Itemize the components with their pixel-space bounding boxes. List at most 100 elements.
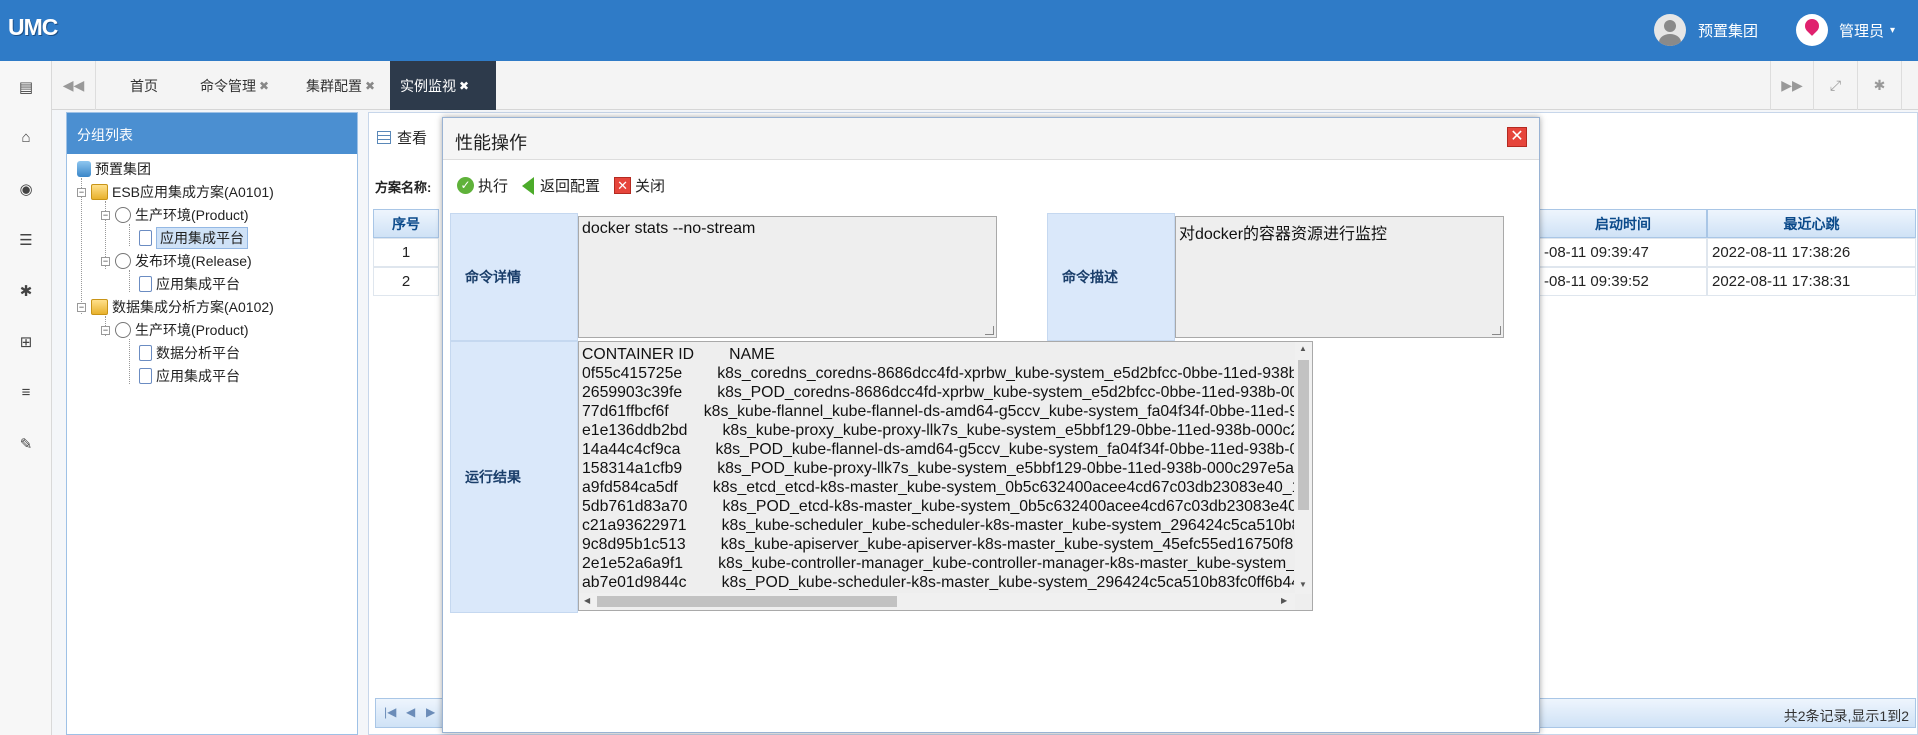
close-icon[interactable]: ✖ (459, 79, 469, 93)
result-output[interactable]: CONTAINER ID NAME CPU 0f55c415725e k8s_c… (578, 341, 1313, 611)
environment-icon (115, 322, 131, 338)
admin-user-name: 管理员 (1839, 22, 1885, 40)
tree-node-label: ESB应用集成方案(A0101) (112, 184, 274, 200)
close-icon[interactable]: ✖ (365, 79, 375, 93)
row-2-seq: 2 (373, 267, 439, 296)
tree-node-label: 生产环境(Product) (135, 322, 249, 338)
command-desc-field[interactable]: 对docker的容器资源进行监控 (1175, 216, 1504, 338)
list-icon[interactable]: ≡ (0, 367, 52, 418)
back-config-label: 返回配置 (540, 178, 601, 195)
gear-icon[interactable]: ✱ (1858, 61, 1902, 110)
tree-node-label: 生产环境(Product) (135, 207, 249, 223)
sitemap-icon[interactable]: ⊞ (0, 316, 52, 367)
tree-node-esb-product[interactable]: − 生产环境(Product) (101, 204, 249, 226)
group-list-panel: 分组列表 预置集团 − ESB应用集成方案(A0101) − 生产环境(Prod… (66, 112, 358, 735)
dialog-title: 性能操作 (455, 133, 527, 153)
performance-dialog: 性能操作 ✕ ✓ 执行 返回配置 ✕ 关闭 命令详情 docker stats … (442, 117, 1540, 733)
document-icon (139, 276, 152, 292)
execute-button[interactable]: ✓ 执行 (457, 175, 508, 196)
collapse-icon[interactable]: − (101, 325, 110, 335)
scroll-down-icon[interactable]: ▼ (1299, 580, 1307, 589)
tab-home[interactable]: 首页 (120, 61, 168, 110)
view-button[interactable]: 查看 (377, 127, 427, 148)
column-header-heartbeat[interactable]: 最近心跳 (1707, 209, 1916, 238)
gear-icon[interactable]: ✱ (0, 265, 52, 316)
tree-node-esb-release[interactable]: − 发布环境(Release) (101, 250, 252, 272)
command-detail-value: docker stats --no-stream (582, 220, 756, 237)
scroll-left-icon[interactable]: ◀ (584, 596, 590, 605)
close-label: 关闭 (635, 178, 666, 195)
result-text: CONTAINER ID NAME CPU 0f55c415725e k8s_c… (582, 346, 1294, 591)
scroll-right-icon[interactable]: ▶ (1281, 596, 1287, 605)
collapse-icon[interactable]: − (77, 302, 86, 312)
tree-node-esb[interactable]: − ESB应用集成方案(A0101) (77, 181, 274, 203)
group-user-menu[interactable]: 预置集团 (1654, 14, 1758, 46)
tab-command-management[interactable]: 命令管理 ✖ (190, 61, 279, 110)
tab-bar: ◀◀ 首页 命令管理 ✖ 集群配置 ✖ 实例监视 ✖ ▶▶ ⤢ ✱ (52, 61, 1918, 110)
tree-node-data-analysis[interactable]: 数据分析平台 (139, 342, 240, 364)
prev-page-icon[interactable]: ◀ (406, 705, 415, 719)
tree-node-data[interactable]: − 数据集成分析方案(A0102) (77, 296, 274, 318)
tab-label: 实例监视 (400, 77, 456, 94)
close-icon[interactable]: ✖ (259, 79, 269, 93)
wrench-icon[interactable]: ✎ (0, 418, 52, 469)
row-1-start-time: -08-11 09:39:47 (1539, 238, 1707, 267)
tree-node-esb-product-app[interactable]: 应用集成平台 (139, 227, 248, 249)
close-icon[interactable]: ✕ (1507, 127, 1527, 147)
back-config-button[interactable]: 返回配置 (522, 175, 600, 196)
tree-node-label: 应用集成平台 (156, 368, 240, 384)
tree-node-label: 数据集成分析方案(A0102) (112, 299, 274, 315)
column-header-seq[interactable]: 序号 (373, 209, 439, 238)
id-card-icon[interactable]: ▤ (0, 61, 52, 112)
horizontal-scrollbar[interactable]: ◀ ▶ (579, 593, 1295, 610)
app-logo: UMC (8, 14, 58, 40)
tree-node-esb-release-app[interactable]: 应用集成平台 (139, 273, 240, 295)
tree-node-data-product[interactable]: − 生产环境(Product) (101, 319, 249, 341)
next-page-icon[interactable]: ▶ (426, 705, 435, 719)
server-icon[interactable]: ☰ (0, 214, 52, 265)
location-pin-icon (1796, 14, 1828, 46)
first-page-icon[interactable]: |◀ (384, 705, 396, 719)
collapse-icon[interactable]: − (77, 187, 86, 197)
environment-icon (115, 253, 131, 269)
pager-summary: 共2条记录,显示1到2 (1783, 708, 1909, 724)
scrollbar-thumb[interactable] (597, 596, 897, 607)
command-detail-field[interactable]: docker stats --no-stream (578, 216, 997, 338)
bank-icon[interactable]: ⌂ (0, 112, 52, 163)
scrollbar-thumb[interactable] (1298, 360, 1309, 510)
group-list-title: 分组列表 (67, 113, 357, 154)
resize-handle-icon[interactable] (1492, 326, 1501, 335)
database-icon (77, 161, 91, 177)
tree-node-data-app[interactable]: 应用集成平台 (139, 365, 240, 387)
arrow-left-icon (522, 176, 535, 195)
tree-node-root[interactable]: 预置集团 (77, 158, 151, 180)
dialog-titlebar[interactable]: 性能操作 ✕ (443, 118, 1539, 160)
close-button[interactable]: ✕ 关闭 (614, 175, 665, 196)
tab-label: 集群配置 (306, 77, 362, 94)
check-circle-icon: ✓ (457, 177, 474, 194)
scroll-up-icon[interactable]: ▲ (1299, 344, 1307, 353)
eye-icon[interactable]: ◉ (0, 163, 52, 214)
tab-cluster-config[interactable]: 集群配置 ✖ (296, 61, 385, 110)
tab-scroll-right-icon[interactable]: ▶▶ (1770, 61, 1814, 110)
group-user-name: 预置集团 (1698, 22, 1759, 40)
command-desc-value: 对docker的容器资源进行监控 (1179, 226, 1388, 243)
collapse-icon[interactable]: − (101, 256, 110, 266)
row-2-start-time: -08-11 09:39:52 (1539, 267, 1707, 296)
tree-node-label: 预置集团 (95, 161, 151, 177)
folder-icon (91, 184, 108, 200)
column-header-start-time[interactable]: 启动时间 (1539, 209, 1707, 238)
tree-node-label: 应用集成平台 (156, 227, 248, 249)
resize-handle-icon[interactable] (985, 326, 994, 335)
left-sidebar: ▤ ⌂ ◉ ☰ ✱ ⊞ ≡ ✎ (0, 61, 52, 735)
tab-instance-monitor[interactable]: 实例监视 ✖ (390, 61, 496, 110)
collapse-icon[interactable]: − (101, 210, 110, 220)
document-icon (139, 368, 152, 384)
vertical-scrollbar[interactable]: ▲ ▼ (1295, 342, 1312, 594)
result-label: 运行结果 (450, 341, 578, 613)
fullscreen-icon[interactable]: ⤢ (1814, 61, 1858, 110)
row-2-heartbeat: 2022-08-11 17:38:31 (1707, 267, 1916, 296)
document-icon (139, 230, 152, 246)
admin-user-menu[interactable]: 管理员 ▾ (1796, 14, 1895, 46)
tab-scroll-left-icon[interactable]: ◀◀ (52, 61, 96, 110)
